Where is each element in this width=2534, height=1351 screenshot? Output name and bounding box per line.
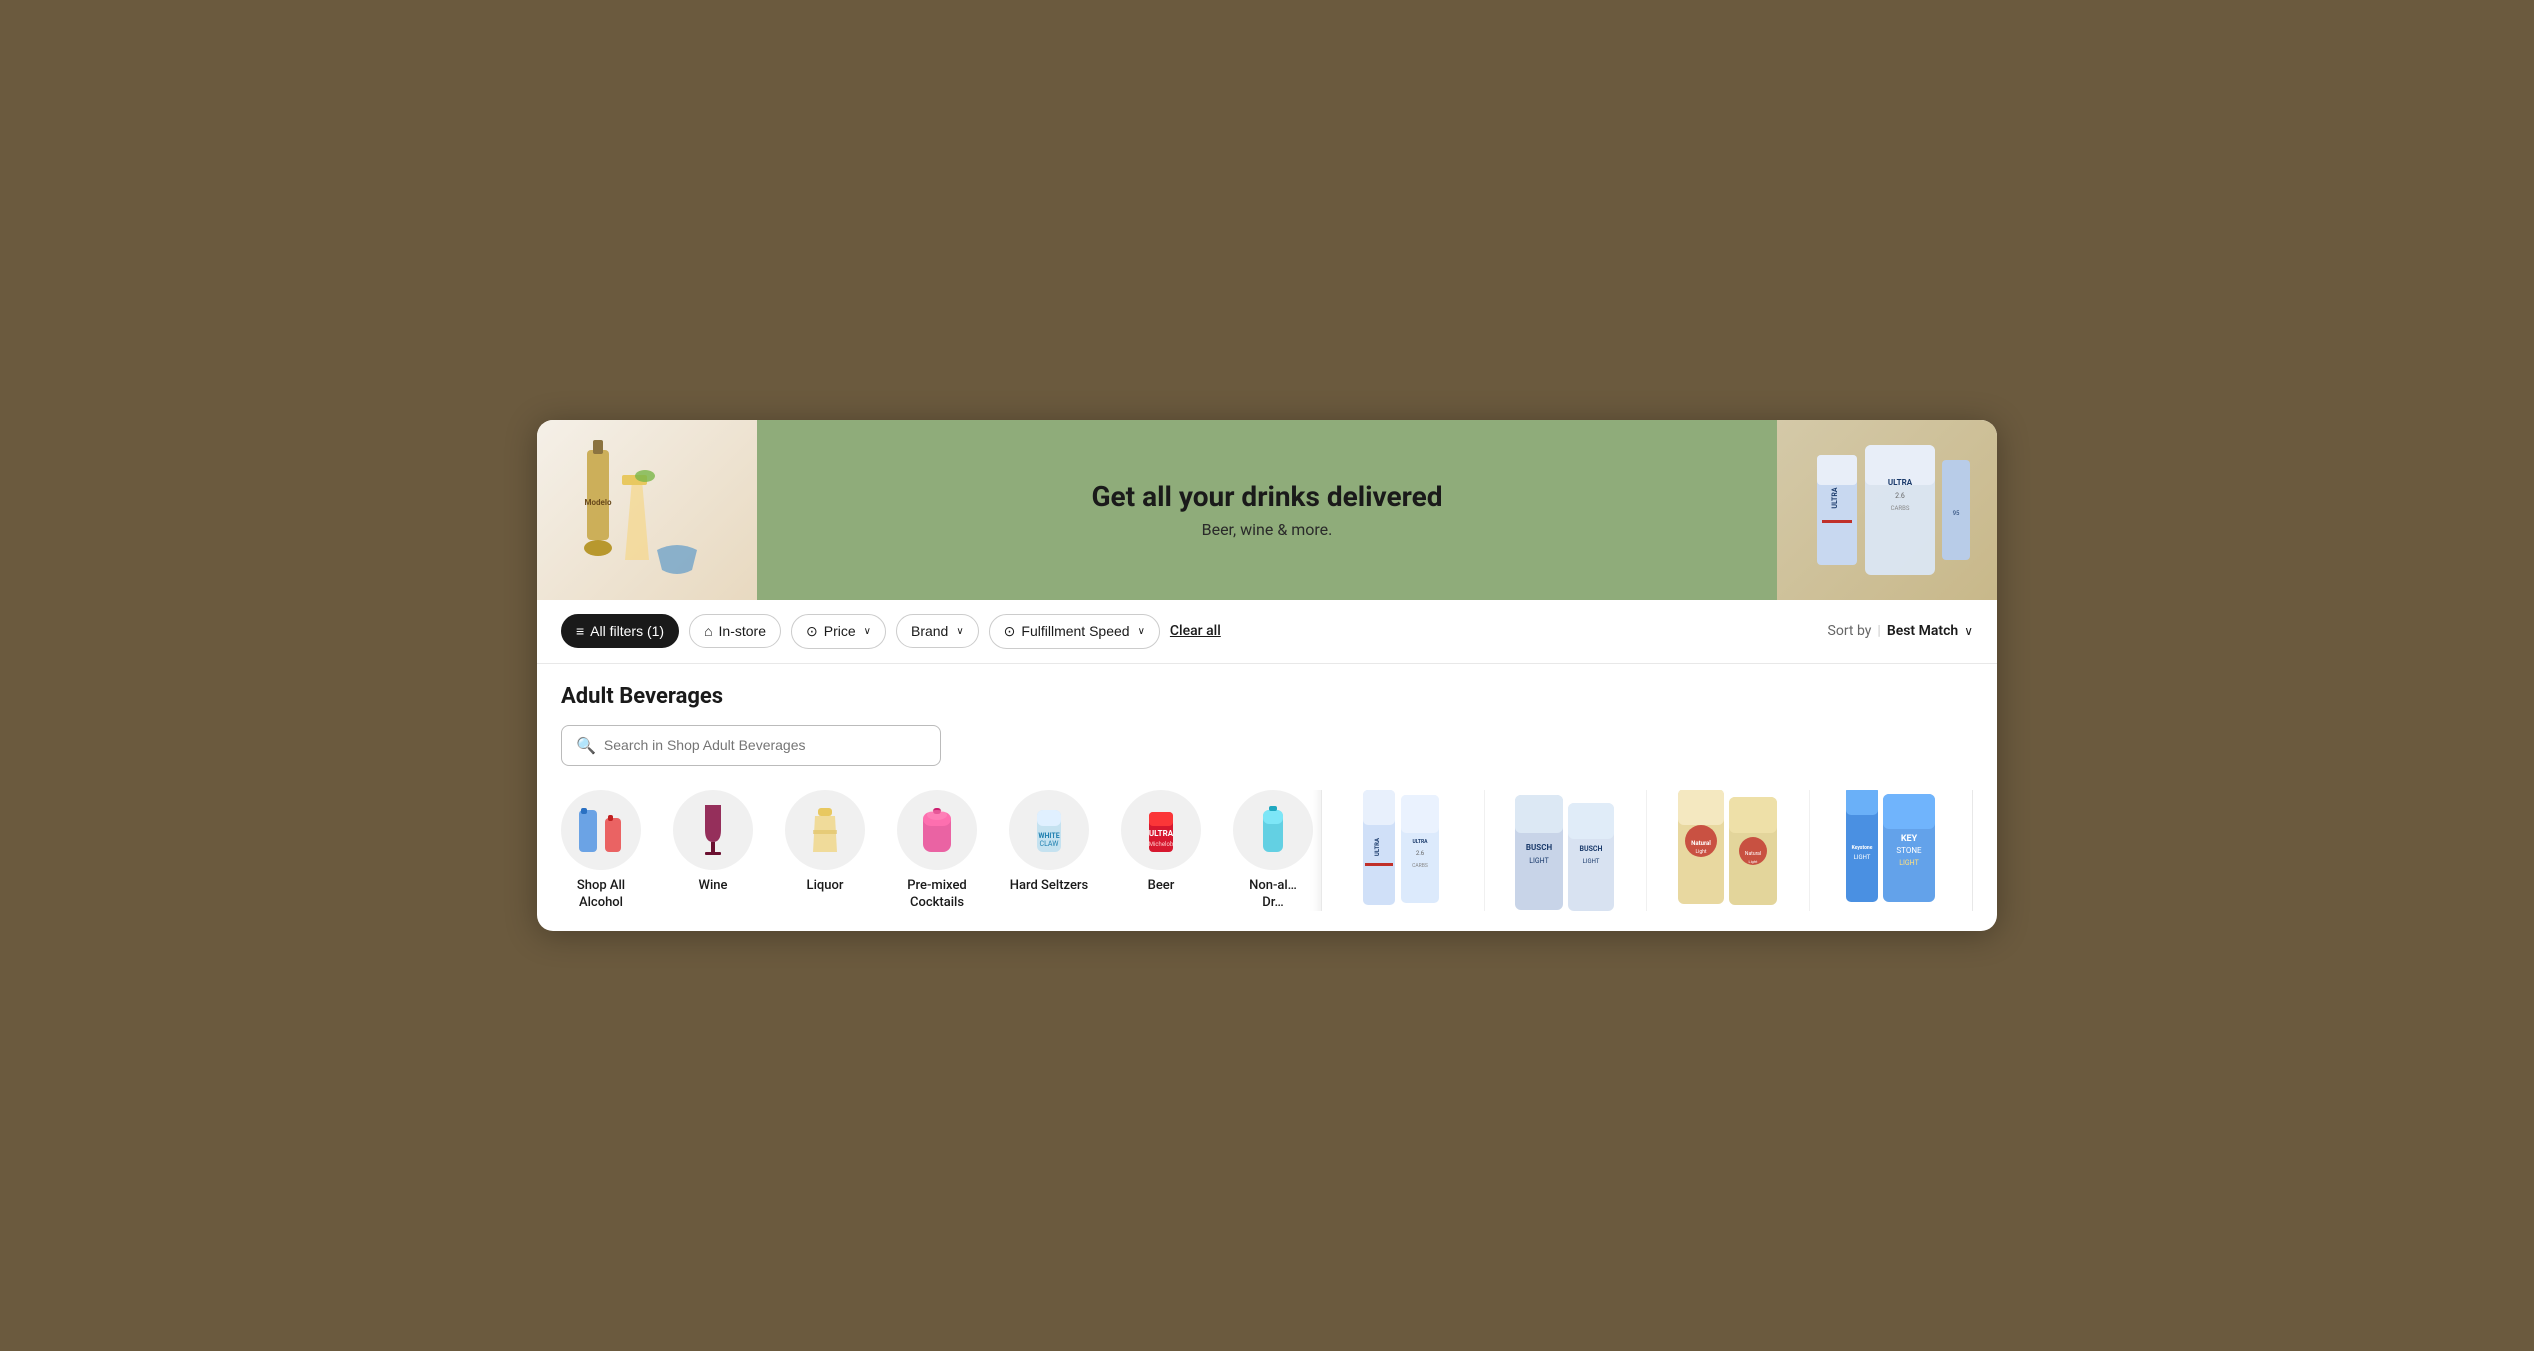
product-card-natural-light: ♡ Natural Light Natura <box>1647 790 1810 912</box>
category-hard-seltzers-label: Hard Seltzers <box>1010 878 1088 895</box>
fulfillment-speed-button[interactable]: ⊙ Fulfillment Speed ∨ <box>989 614 1160 649</box>
brand-chevron-icon: ∨ <box>956 626 963 637</box>
category-row: Shop AllAlcohol Wine Liquor Pre-mixedCoc… <box>561 790 1973 912</box>
category-hard-seltzers-icon: WHITECLAW <box>1009 790 1089 870</box>
product-card-michelob-ultra: Best seller ♡ ULTRA ULTRA 2 <box>1322 790 1485 912</box>
in-store-label: In-store <box>719 623 766 639</box>
svg-text:BUSCH: BUSCH <box>1526 843 1553 852</box>
sort-divider: | <box>1877 623 1880 639</box>
product-image-1: ULTRA ULTRA 2.6 CARBS <box>1338 790 1468 912</box>
svg-text:95: 95 <box>1953 510 1960 517</box>
sort-by-label: Sort by <box>1828 623 1872 639</box>
filter-icon: ≡ <box>576 623 584 639</box>
category-beer-icon: ULTRA Michelob <box>1121 790 1201 870</box>
svg-text:Modelo: Modelo <box>585 498 612 507</box>
svg-text:CLAW: CLAW <box>1040 840 1060 848</box>
svg-text:STONE: STONE <box>1896 846 1922 855</box>
svg-text:Keystone: Keystone <box>1851 845 1872 851</box>
category-shop-all-label: Shop AllAlcohol <box>577 878 625 912</box>
fulfillment-chevron-icon: ∨ <box>1138 626 1145 637</box>
svg-text:LIGHT: LIGHT <box>1899 859 1919 867</box>
hero-banner: Modelo Get all your drinks delivered Bee… <box>537 420 1997 600</box>
price-chevron-icon: ∨ <box>864 626 871 637</box>
category-pre-mixed-icon <box>897 790 977 870</box>
sort-value[interactable]: Best Match <box>1887 623 1958 639</box>
category-pre-mixed[interactable]: Pre-mixedCocktails <box>897 790 977 912</box>
svg-text:LIGHT: LIGHT <box>1529 857 1549 865</box>
products-overlay: Best seller ♡ ULTRA ULTRA 2 <box>1321 790 1973 912</box>
section-title: Adult Beverages <box>561 684 1973 709</box>
svg-text:2.6: 2.6 <box>1895 492 1905 500</box>
hero-title: Get all your drinks delivered <box>1091 480 1442 514</box>
category-non-alc[interactable]: Non-al…Dr… <box>1233 790 1313 912</box>
search-input[interactable] <box>604 737 926 753</box>
product-image-4: Keystone LIGHT KEY STONE LIGHT <box>1826 790 1957 912</box>
svg-text:LIGHT: LIGHT <box>1583 858 1600 865</box>
svg-text:ULTRA: ULTRA <box>1149 829 1174 838</box>
fulfillment-speed-label: Fulfillment Speed <box>1021 623 1129 639</box>
svg-text:WHITE: WHITE <box>1038 832 1059 840</box>
category-wine-label: Wine <box>699 878 728 895</box>
brand-button[interactable]: Brand ∨ <box>896 614 979 648</box>
svg-text:CARBS: CARBS <box>1891 505 1910 512</box>
svg-text:ULTRA: ULTRA <box>1412 839 1428 845</box>
page-container: Modelo Get all your drinks delivered Bee… <box>537 420 1997 932</box>
category-liquor-label: Liquor <box>807 878 844 895</box>
category-wine-icon <box>673 790 753 870</box>
product-image-2: BUSCH LIGHT BUSCH LIGHT <box>1501 790 1631 912</box>
hero-right-image: ULTRA ULTRA 2.6 CARBS 95 <box>1777 420 1997 600</box>
svg-text:Michelob: Michelob <box>1149 841 1174 848</box>
product-card-keystone-light: ♡ Keystone LIGHT KEY STONE <box>1810 790 1973 912</box>
svg-text:ULTRA: ULTRA <box>1374 837 1381 856</box>
category-shop-all-icon <box>561 790 641 870</box>
product-card-busch-light: Best seller ♡ BUSCH LIGHT BUSCH <box>1485 790 1648 912</box>
sort-chevron-icon[interactable]: ∨ <box>1964 624 1973 638</box>
hero-center: Get all your drinks delivered Beer, wine… <box>757 420 1777 600</box>
fulfillment-icon: ⊙ <box>1004 623 1016 640</box>
category-beer[interactable]: ULTRA Michelob Beer <box>1121 790 1201 895</box>
brand-label: Brand <box>911 623 948 639</box>
price-label: Price <box>824 623 856 639</box>
clear-all-button[interactable]: Clear all <box>1170 623 1221 639</box>
svg-text:Light: Light <box>1695 849 1706 855</box>
hero-left-image: Modelo <box>537 420 757 600</box>
filter-bar: ≡ All filters (1) ⌂ In-store ⊙ Price ∨ B… <box>537 600 1997 664</box>
category-shop-all[interactable]: Shop AllAlcohol <box>561 790 641 912</box>
category-non-alc-icon <box>1233 790 1313 870</box>
hero-subtitle: Beer, wine & more. <box>1202 520 1333 539</box>
svg-text:Light: Light <box>1748 859 1758 864</box>
svg-text:ULTRA: ULTRA <box>1888 478 1913 487</box>
svg-text:BUSCH: BUSCH <box>1580 845 1603 853</box>
all-filters-label: All filters (1) <box>590 623 664 639</box>
products-grid: Best seller ♡ ULTRA ULTRA 2 <box>1322 790 1972 912</box>
svg-text:Natural: Natural <box>1691 840 1711 847</box>
product-image-3: Natural Light Natural Light <box>1663 790 1793 912</box>
search-box: 🔍 <box>561 725 941 766</box>
category-wine[interactable]: Wine <box>673 790 753 895</box>
svg-text:Natural: Natural <box>1745 851 1761 857</box>
svg-text:LIGHT: LIGHT <box>1853 854 1870 861</box>
all-filters-button[interactable]: ≡ All filters (1) <box>561 614 679 648</box>
sort-area: Sort by | Best Match ∨ <box>1828 623 1973 639</box>
main-content: Adult Beverages 🔍 Shop AllAlcohol Wine <box>537 664 1997 932</box>
home-icon: ⌂ <box>704 623 712 639</box>
price-button[interactable]: ⊙ Price ∨ <box>791 614 886 649</box>
category-hard-seltzers[interactable]: WHITECLAW Hard Seltzers <box>1009 790 1089 895</box>
price-icon: ⊙ <box>806 623 818 640</box>
svg-text:CARBS: CARBS <box>1412 863 1428 869</box>
category-non-alc-label: Non-al…Dr… <box>1249 878 1297 912</box>
category-liquor[interactable]: Liquor <box>785 790 865 895</box>
in-store-button[interactable]: ⌂ In-store <box>689 614 781 648</box>
svg-text:2.6: 2.6 <box>1416 850 1425 857</box>
category-beer-label: Beer <box>1148 878 1175 895</box>
svg-text:ULTRA: ULTRA <box>1831 487 1839 508</box>
search-icon: 🔍 <box>576 736 596 755</box>
category-pre-mixed-label: Pre-mixedCocktails <box>907 878 967 912</box>
category-liquor-icon <box>785 790 865 870</box>
svg-text:KEY: KEY <box>1901 834 1918 844</box>
